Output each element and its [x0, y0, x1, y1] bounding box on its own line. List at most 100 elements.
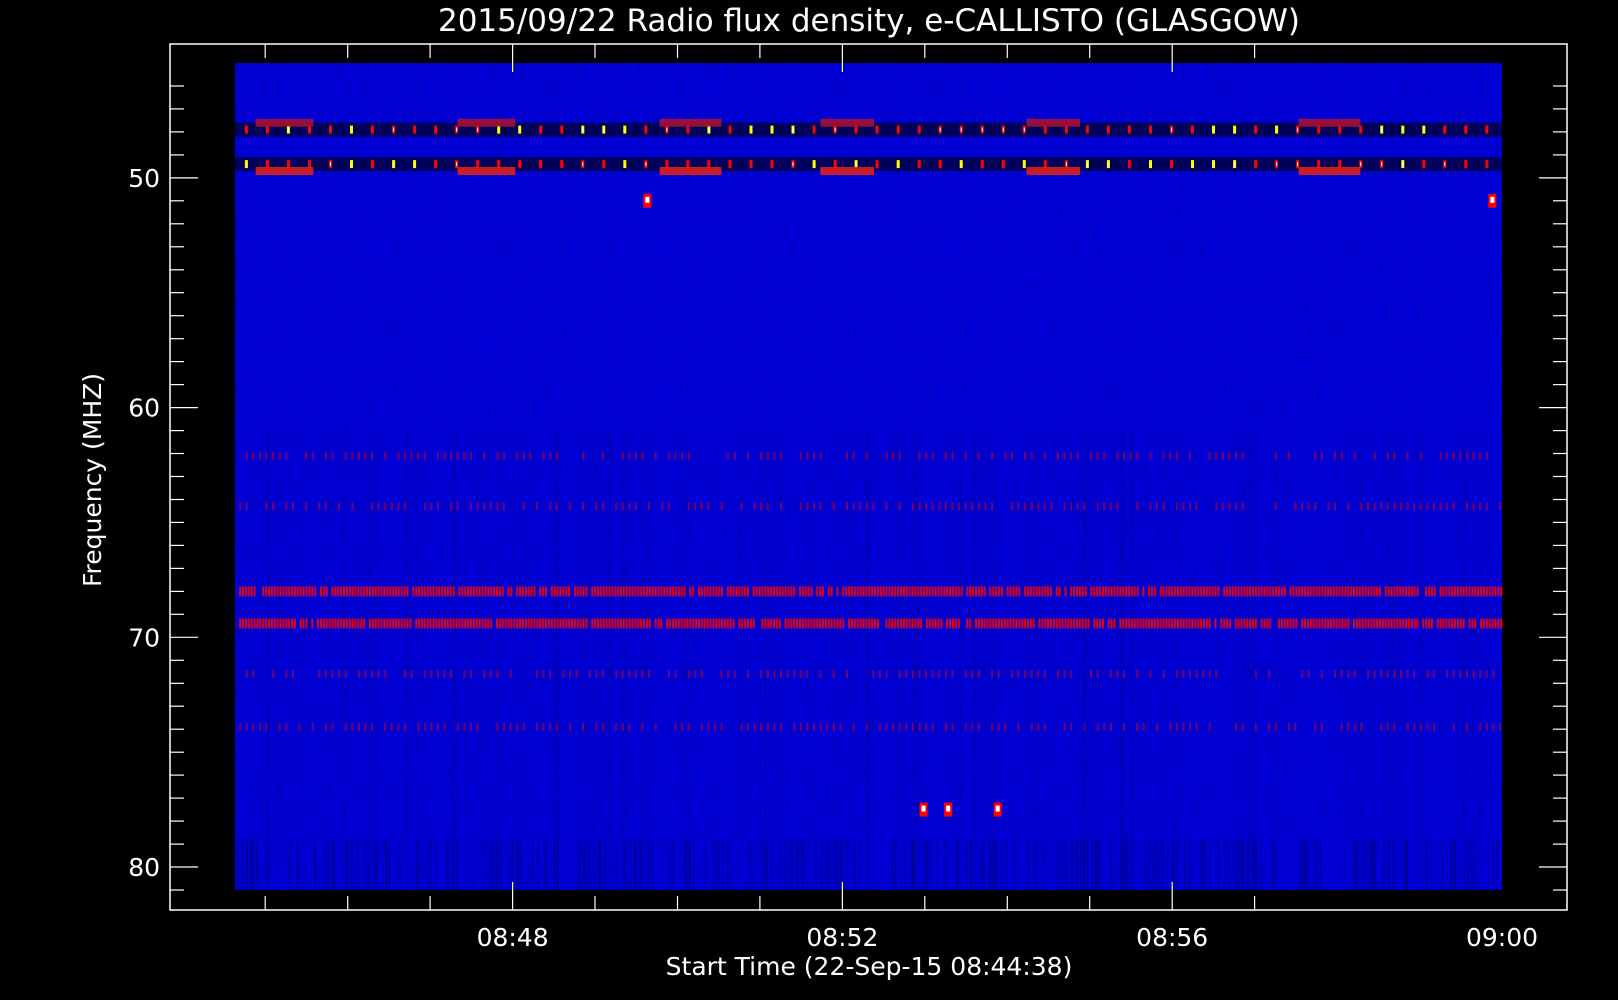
band-mark	[579, 586, 582, 597]
noise-line	[597, 839, 599, 890]
burst-mark	[623, 125, 627, 134]
band-mark	[744, 586, 747, 597]
band-mark	[319, 618, 322, 629]
noise-line	[895, 839, 897, 890]
band-mark	[1113, 618, 1116, 629]
band-mark	[481, 586, 484, 597]
band-mark	[1442, 618, 1445, 629]
band-mark	[1185, 586, 1188, 597]
noise-line	[556, 430, 558, 890]
band-mark	[1070, 722, 1073, 731]
noise-line	[669, 839, 671, 890]
noise-line	[929, 839, 931, 890]
burst-core	[1297, 162, 1299, 167]
band-mark	[371, 586, 374, 597]
band-mark	[1445, 586, 1448, 597]
band-mark	[1334, 670, 1337, 679]
band-mark	[775, 586, 778, 597]
band-mark	[503, 502, 505, 511]
band-mark	[1063, 451, 1066, 460]
band-mark	[1228, 618, 1231, 629]
band-mark	[989, 618, 992, 629]
band-mark	[672, 586, 674, 597]
band-mark	[1099, 618, 1102, 629]
noise-line	[370, 430, 372, 890]
band-mark	[1499, 722, 1501, 731]
band-mark	[1038, 586, 1041, 597]
band-mark	[700, 670, 703, 679]
burst-core	[1234, 162, 1236, 167]
band-mark	[1123, 451, 1125, 460]
band-mark	[403, 586, 406, 597]
band-mark	[1237, 586, 1240, 597]
band-mark	[620, 618, 622, 629]
band-mark	[960, 586, 963, 597]
burst-mark	[623, 160, 627, 169]
noise-line	[454, 430, 456, 890]
band-mark	[707, 502, 710, 511]
noise-line	[374, 839, 376, 890]
noise-line	[256, 839, 258, 890]
band-mark	[1142, 586, 1145, 597]
band-mark	[1057, 670, 1059, 679]
band-mark	[582, 586, 585, 597]
burst-core	[1381, 127, 1383, 132]
band-mark	[585, 586, 588, 597]
band-mark	[605, 618, 608, 629]
band-mark	[954, 586, 957, 597]
band-mark	[305, 586, 308, 597]
band-mark	[738, 618, 741, 629]
noise-line	[903, 430, 905, 890]
band-mark	[432, 586, 435, 597]
band-mark	[1070, 670, 1073, 679]
band-mark	[721, 586, 723, 597]
band-mark	[1269, 618, 1272, 629]
band-mark	[247, 618, 250, 629]
band-mark	[1353, 586, 1355, 597]
band-mark	[463, 451, 466, 460]
band-mark	[311, 722, 314, 731]
noise-line	[464, 430, 466, 890]
band-mark	[766, 451, 769, 460]
noise-line	[451, 430, 453, 890]
band-mark	[648, 670, 651, 679]
band-mark	[1406, 451, 1409, 460]
band-mark	[1268, 722, 1271, 731]
burst-mark	[1212, 125, 1215, 134]
band-mark	[804, 586, 807, 597]
band-mark	[1360, 722, 1363, 731]
band-mark	[914, 586, 917, 597]
band-mark	[344, 451, 347, 460]
band-mark	[1492, 722, 1495, 731]
band-mark	[1361, 618, 1364, 629]
burst-mark	[413, 125, 417, 134]
noise-line	[589, 430, 591, 890]
noise-line	[532, 430, 534, 890]
band-mark	[621, 722, 624, 731]
band-mark	[740, 722, 743, 731]
noise-line	[761, 839, 763, 890]
band-mark	[1174, 586, 1177, 597]
band-mark	[1347, 502, 1350, 511]
noise-line	[1065, 430, 1067, 890]
band-mark	[519, 618, 521, 629]
noise-line	[309, 430, 311, 890]
noise-line	[974, 430, 976, 890]
band-mark	[1360, 502, 1363, 511]
noise-line	[1307, 839, 1308, 890]
band-mark	[902, 586, 905, 597]
noise-line	[1125, 839, 1127, 890]
band-mark	[761, 586, 764, 597]
band-mark	[620, 586, 622, 597]
band-mark	[767, 586, 770, 597]
noise-line	[926, 839, 928, 890]
band-mark	[377, 586, 380, 597]
band-mark	[562, 586, 565, 597]
band-mark	[351, 586, 354, 597]
band-mark	[1136, 502, 1139, 511]
noise-line	[1426, 839, 1428, 890]
band-mark	[1390, 618, 1393, 629]
band-mark	[324, 670, 327, 679]
band-mark	[998, 618, 1001, 629]
band-mark	[1376, 618, 1379, 629]
